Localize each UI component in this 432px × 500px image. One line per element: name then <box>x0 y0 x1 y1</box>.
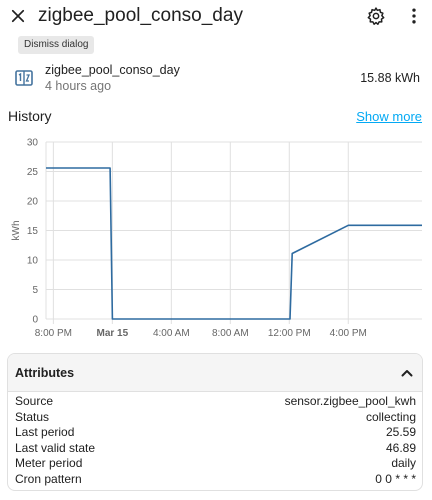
entity-state: 15.88 kWh <box>360 71 420 85</box>
attribute-key: Source <box>15 394 54 408</box>
entity-last-changed: 4 hours ago <box>45 79 112 93</box>
entity-row: zigbee_pool_conso_day 4 hours ago 15.88 … <box>0 60 432 96</box>
attribute-key: Last period <box>15 425 75 440</box>
attribute-row-status: Status collecting <box>8 409 422 426</box>
attributes-title: Attributes <box>15 366 75 380</box>
dialog-header: zigbee_pool_conso_day <box>0 0 432 32</box>
x-tick-label: 4:00 AM <box>153 328 190 339</box>
gear-icon <box>367 7 385 25</box>
show-more-link[interactable]: Show more <box>356 109 422 125</box>
attribute-key: Cron pattern <box>15 471 82 486</box>
more-options-button[interactable] <box>402 4 426 28</box>
more-vertical-icon <box>412 8 416 24</box>
history-chart[interactable]: 0 5 10 15 20 25 30 8:00 PM Mar 15 4:00 AM 8:00 AM 1… <box>0 132 432 344</box>
close-icon <box>11 9 25 23</box>
x-tick-label: 12:00 PM <box>268 328 311 339</box>
attributes-expander[interactable]: Attributes <box>8 354 422 392</box>
attribute-value: 25.59 <box>385 425 416 440</box>
chevron-up-icon <box>401 370 413 377</box>
entity-name: zigbee_pool_conso_day <box>45 63 180 77</box>
attribute-value: 0 0 * * * <box>375 471 416 486</box>
dialog-title: zigbee_pool_conso_day <box>38 5 243 26</box>
attribute-row-cron-pattern: Cron pattern 0 0 * * * <box>8 471 422 488</box>
attribute-value: sensor.zigbee_pool_kwh <box>284 394 416 408</box>
x-tick-label: 8:00 AM <box>212 328 249 339</box>
close-button[interactable] <box>6 4 30 28</box>
y-tick-label: 20 <box>27 197 39 208</box>
attribute-row-last-valid-state: Last valid state 46.89 <box>8 440 422 457</box>
attribute-key: Last valid state <box>15 440 96 455</box>
attribute-key: Status <box>15 409 50 424</box>
history-chart-svg: 0 5 10 15 20 25 30 8:00 PM Mar 15 4:00 AM 8:00 AM 1… <box>11 138 422 339</box>
attribute-row-source: Source sensor.zigbee_pool_kwh <box>8 394 422 410</box>
attribute-value: daily <box>391 456 416 471</box>
y-tick-label: 25 <box>27 167 39 178</box>
history-title: History <box>8 108 52 124</box>
attribute-row-meter-period: Meter period daily <box>8 456 422 472</box>
meter-icon <box>15 70 33 86</box>
y-tick-label: 10 <box>27 256 39 267</box>
y-tick-label: 5 <box>32 285 38 296</box>
attribute-key: Meter period <box>15 456 83 471</box>
attribute-value: 46.89 <box>385 440 416 455</box>
y-tick-label: 0 <box>32 315 38 326</box>
x-tick-label: Mar 15 <box>97 328 129 339</box>
settings-button[interactable] <box>364 4 388 28</box>
x-tick-label: 8:00 PM <box>35 328 72 339</box>
attribute-row-last-period: Last period 25.59 <box>8 425 422 441</box>
attribute-value: collecting <box>365 409 416 424</box>
y-tick-label: 15 <box>27 226 39 237</box>
attributes-list: Source sensor.zigbee_pool_kwh Status col… <box>8 394 422 488</box>
y-axis-label: kWh <box>11 221 22 241</box>
y-tick-label: 30 <box>27 138 39 149</box>
series-line <box>46 167 422 320</box>
attributes-card: Attributes Source sensor.zigbee_pool_kwh… <box>7 353 423 491</box>
dismiss-dialog-tooltip: Dismiss dialog <box>18 36 95 54</box>
x-tick-label: 4:00 PM <box>330 328 367 339</box>
